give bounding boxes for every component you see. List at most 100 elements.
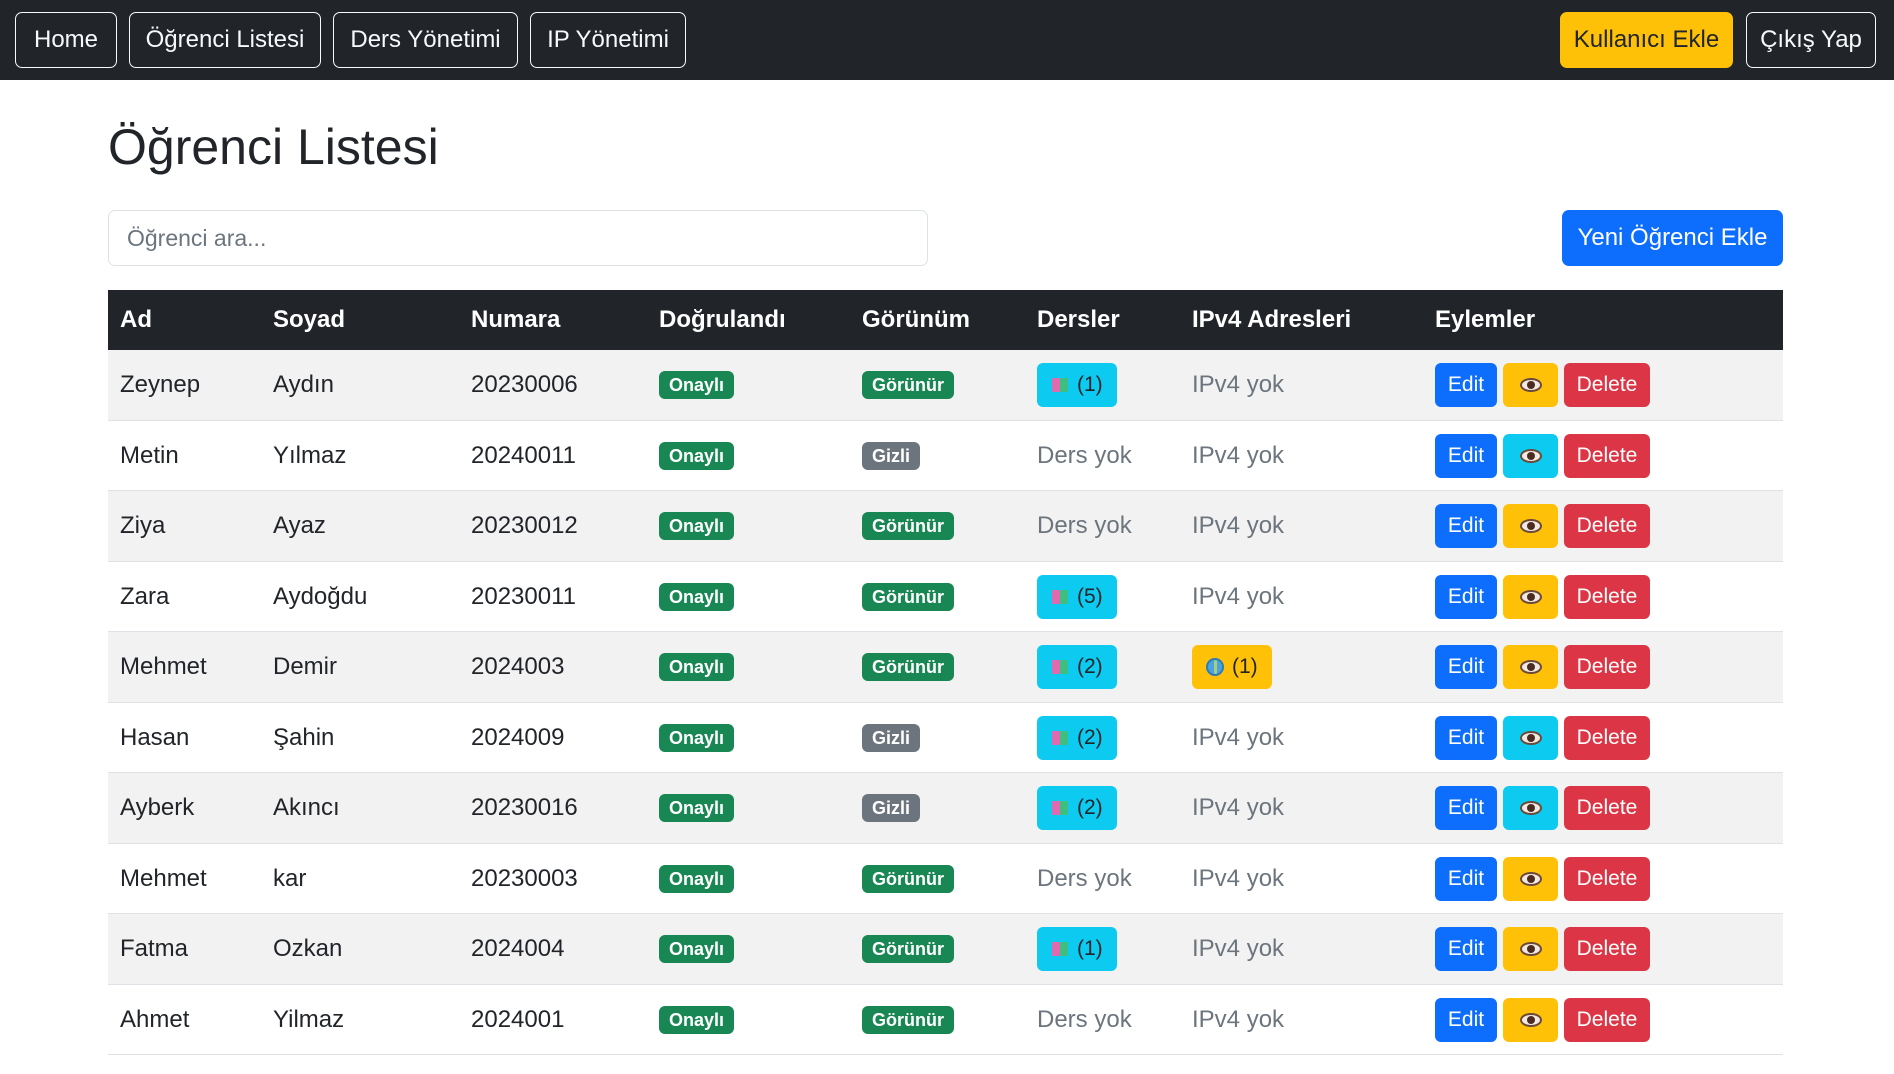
edit-button[interactable]: Edit: [1435, 786, 1497, 830]
last-name: Ayaz: [273, 512, 326, 539]
edit-button[interactable]: Edit: [1435, 856, 1497, 901]
edit-button[interactable]: Edit: [1435, 363, 1497, 407]
table-row: Mehmet Demir 2024003 Onaylı Görünür (2) (1) Edi…: [108, 632, 1783, 703]
verified-badge: Onaylı: [659, 1005, 735, 1034]
cell-actions: Edit Delete: [1435, 350, 1656, 420]
delete-button[interactable]: Delete: [1564, 645, 1650, 689]
nav-student-list-button[interactable]: Öğrenci Listesi: [129, 12, 321, 68]
cell-verified: Onaylı: [659, 632, 735, 702]
cell-courses: (1): [1037, 914, 1117, 984]
cell-actions: Edit Delete: [1435, 773, 1656, 843]
table-header: Ad Soyad Numara Doğrulandı Görünüm Dersl…: [108, 290, 1783, 350]
nav-home-button[interactable]: Home: [15, 12, 117, 68]
edit-button[interactable]: Edit: [1435, 997, 1497, 1042]
delete-button[interactable]: Delete: [1564, 927, 1650, 971]
edit-button[interactable]: Edit: [1435, 645, 1497, 689]
eye-icon: [1519, 871, 1542, 886]
toggle-visibility-button[interactable]: [1503, 504, 1558, 548]
nav-ip-management-button[interactable]: IP Yönetimi: [530, 12, 686, 68]
cell-visibility: Görünür: [862, 350, 954, 420]
cell-ipv4: IPv4 yok: [1192, 421, 1284, 491]
table-row: Ziya Ayaz 20230012 Onaylı Görünür Ders yok IPv…: [108, 491, 1783, 562]
cell-last-name: Yilmaz: [273, 985, 344, 1055]
delete-button[interactable]: Delete: [1564, 856, 1650, 901]
cell-ipv4: (1): [1192, 632, 1272, 702]
column-header: Dersler: [1037, 306, 1120, 333]
courses-button[interactable]: (2): [1037, 786, 1117, 830]
delete-button[interactable]: Delete: [1564, 997, 1650, 1042]
toggle-visibility-button[interactable]: [1503, 574, 1558, 619]
table-row: Ayberk Akıncı 20230016 Onaylı Gizli (2) IPv4 y…: [108, 773, 1783, 844]
edit-button[interactable]: Edit: [1435, 927, 1497, 971]
cell-ipv4: IPv4 yok: [1192, 562, 1284, 632]
last-name: Aydın: [273, 371, 334, 398]
courses-button[interactable]: (2): [1037, 715, 1117, 760]
cell-courses: (5): [1037, 562, 1117, 632]
toggle-visibility-button[interactable]: [1503, 997, 1558, 1042]
toggle-visibility-button[interactable]: [1503, 433, 1558, 478]
cell-number: 20230016: [471, 773, 578, 843]
delete-button[interactable]: Delete: [1564, 363, 1650, 407]
toggle-visibility-button[interactable]: [1503, 363, 1558, 407]
no-courses-text: Ders yok: [1037, 1005, 1132, 1033]
cell-number: 2024003: [471, 632, 564, 702]
toggle-visibility-button[interactable]: [1503, 927, 1558, 971]
cell-verified: Onaylı: [659, 914, 735, 984]
delete-button[interactable]: Delete: [1564, 715, 1650, 760]
column-header: Görünüm: [862, 306, 970, 333]
courses-button[interactable]: (5): [1037, 574, 1117, 619]
student-number: 20230012: [471, 512, 578, 539]
no-ipv4-text: IPv4 yok: [1192, 512, 1285, 539]
edit-button[interactable]: Edit: [1435, 504, 1497, 548]
cell-number: 20230003: [471, 844, 578, 914]
column-header: Doğrulandı: [659, 306, 786, 333]
student-number: 20230011: [471, 582, 576, 610]
cell-courses: Ders yok: [1037, 421, 1132, 491]
cell-actions: Edit Delete: [1435, 421, 1656, 491]
toggle-visibility-button[interactable]: [1503, 715, 1558, 760]
cell-first-name: Fatma: [120, 914, 188, 984]
ipv4-button[interactable]: (1): [1192, 645, 1272, 689]
courses-button[interactable]: (1): [1037, 363, 1117, 407]
eye-icon: [1519, 942, 1542, 956]
toggle-visibility-button[interactable]: [1503, 645, 1558, 689]
cell-number: 20230012: [471, 491, 578, 561]
cell-last-name: Yılmaz: [273, 421, 346, 491]
column-header: Numara: [471, 306, 561, 333]
courses-button[interactable]: (2): [1037, 645, 1117, 689]
student-table: Ad Soyad Numara Doğrulandı Görünüm Dersl…: [108, 290, 1783, 1055]
navbar: Home Öğrenci Listesi Ders Yönetimi IP Yö…: [0, 0, 1894, 80]
edit-button[interactable]: Edit: [1435, 433, 1497, 478]
cell-first-name: Zeynep: [120, 350, 200, 420]
cell-first-name: Zara: [120, 562, 169, 632]
table-row: Zeynep Aydın 20230006 Onaylı Görünür (1) IPv4 …: [108, 350, 1783, 421]
cell-verified: Onaylı: [659, 985, 735, 1055]
cell-courses: Ders yok: [1037, 844, 1132, 914]
no-ipv4-text: IPv4 yok: [1192, 935, 1285, 962]
cell-first-name: Ziya: [120, 491, 165, 561]
cell-ipv4: IPv4 yok: [1192, 350, 1284, 420]
toggle-visibility-button[interactable]: [1503, 856, 1558, 901]
nav-course-management-button[interactable]: Ders Yönetimi: [333, 12, 518, 68]
eye-icon: [1519, 378, 1542, 392]
edit-button[interactable]: Edit: [1435, 715, 1497, 760]
add-user-button[interactable]: Kullanıcı Ekle: [1560, 12, 1733, 68]
cell-visibility: Görünür: [862, 562, 954, 632]
cell-ipv4: IPv4 yok: [1192, 844, 1284, 914]
verified-badge: Onaylı: [659, 723, 735, 752]
add-student-button[interactable]: Yeni Öğrenci Ekle: [1562, 210, 1783, 266]
books-icon: [1051, 729, 1069, 747]
logout-button[interactable]: Çıkış Yap: [1746, 12, 1876, 68]
delete-button[interactable]: Delete: [1564, 433, 1650, 478]
delete-button[interactable]: Delete: [1564, 574, 1650, 619]
toggle-visibility-button[interactable]: [1503, 786, 1558, 830]
delete-button[interactable]: Delete: [1564, 786, 1650, 830]
search-input[interactable]: [108, 210, 928, 266]
courses-button[interactable]: (1): [1037, 927, 1117, 971]
last-name: Demir: [273, 653, 337, 680]
edit-button[interactable]: Edit: [1435, 574, 1497, 619]
delete-button[interactable]: Delete: [1564, 504, 1650, 548]
books-icon: [1051, 658, 1069, 676]
last-name: Şahin: [273, 723, 335, 751]
cell-visibility: Görünür: [862, 985, 954, 1055]
